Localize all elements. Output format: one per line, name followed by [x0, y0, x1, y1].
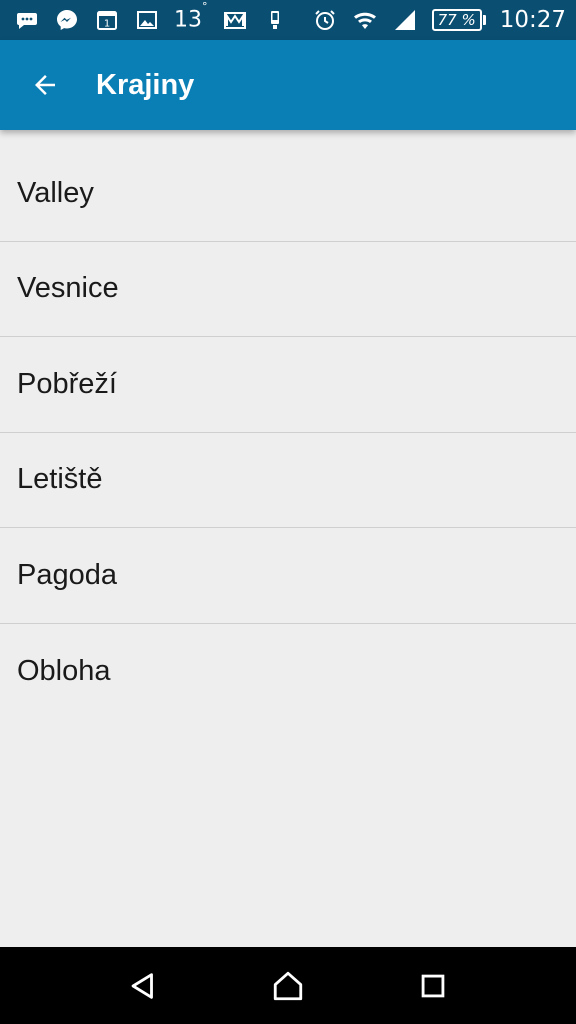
mail-icon [222, 7, 248, 33]
calendar-day: 1 [104, 19, 110, 30]
list-item-pobrezi[interactable]: Pobřeží [0, 337, 576, 433]
list-item-label: Letiště [17, 463, 103, 496]
app-bar: Krajiny [0, 40, 576, 130]
list-item-label: Obloha [17, 654, 111, 687]
nav-recents-button[interactable] [403, 956, 463, 1016]
chat-bubble-icon [14, 7, 40, 33]
list-item-obloha[interactable]: Obloha [0, 624, 576, 720]
screen: 1 13° 77 % 10:27 Krajiny Valley Vesnice … [0, 0, 576, 1024]
list-item-pagoda[interactable]: Pagoda [0, 528, 576, 624]
list-item-label: Pobřeží [17, 367, 117, 400]
list-item-label: Vesnice [17, 272, 119, 305]
status-left-icons: 1 13° [14, 1, 288, 33]
temperature-value: 13 [174, 7, 202, 33]
page-title: Krajiny [96, 68, 195, 101]
recents-icon [421, 974, 445, 997]
list-item-letiste[interactable]: Letiště [0, 433, 576, 528]
status-bar: 1 13° 77 % 10:27 [0, 0, 576, 40]
arrow-back-icon [35, 75, 55, 95]
list-item-label: Valley [17, 176, 94, 209]
back-button[interactable] [16, 56, 74, 114]
battery-icon: 77 % [431, 9, 486, 31]
home-icon [273, 971, 303, 1000]
calendar-icon: 1 [94, 7, 120, 33]
gallery-icon [134, 7, 160, 33]
landscape-list: Valley Vesnice Pobřeží Letiště Pagoda Ob… [0, 146, 576, 719]
list-item-valley[interactable]: Valley [0, 146, 576, 242]
status-right-icons: 77 % 10:27 [312, 7, 566, 33]
alarm-icon [312, 7, 338, 33]
navigation-bar [0, 947, 576, 1024]
list-item-label: Pagoda [17, 558, 117, 591]
signal-icon [392, 7, 418, 33]
temperature-unit: ° [202, 0, 208, 13]
battery-tip [482, 15, 486, 25]
nav-back-button[interactable] [113, 956, 173, 1016]
nav-home-button[interactable] [258, 956, 318, 1016]
wifi-icon [352, 7, 378, 33]
clock: 10:27 [499, 6, 566, 33]
list-item-vesnice[interactable]: Vesnice [0, 242, 576, 337]
temperature-readout: 13° [174, 1, 208, 33]
back-triangle-icon [131, 972, 153, 999]
messenger-icon [54, 7, 80, 33]
phone-settings-icon [262, 7, 288, 33]
battery-level: 77 % [431, 9, 482, 31]
